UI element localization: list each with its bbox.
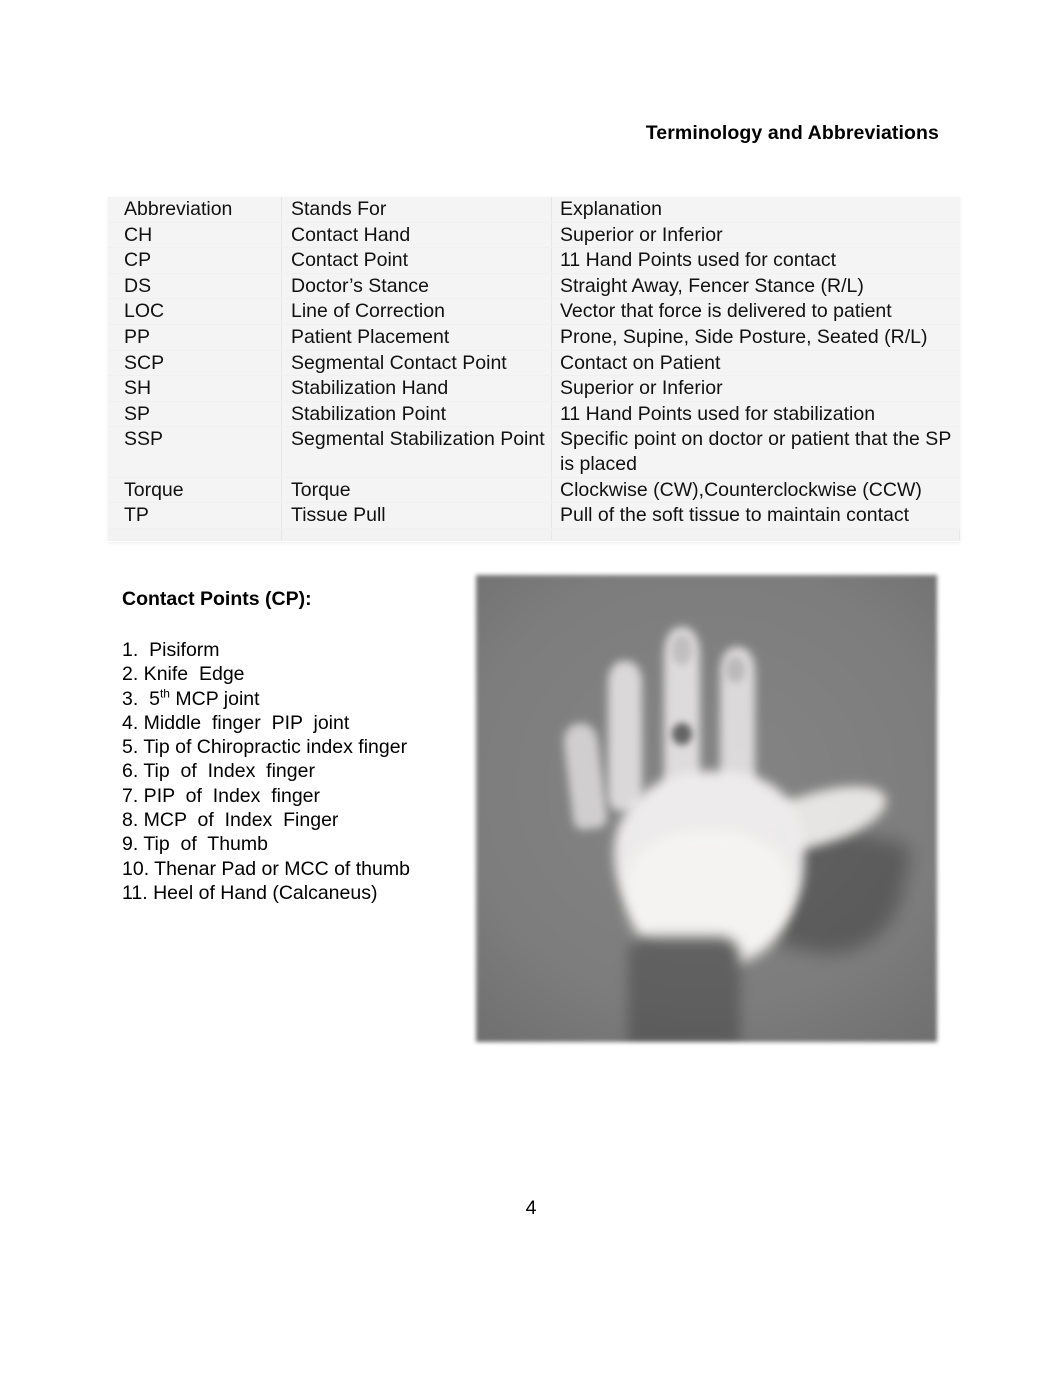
table-cell-abbreviation: DS bbox=[108, 273, 282, 300]
list-item: 1. Pisiform bbox=[122, 638, 462, 662]
list-item-label: Tip of Thumb bbox=[138, 833, 268, 856]
list-item: 3. 5th MCP joint bbox=[122, 687, 462, 711]
table-cell-explanation: Prone, Supine, Side Posture, Seated (R/L… bbox=[551, 324, 960, 351]
table-cell-abbreviation: SCP bbox=[108, 350, 282, 377]
list-item-number: 3. bbox=[122, 687, 139, 710]
table-spacer-cell bbox=[551, 528, 960, 541]
table-row: DS Doctor’s Stance Straight Away, Fencer S… bbox=[108, 273, 960, 300]
list-item-ordinal-suffix: th bbox=[159, 686, 170, 701]
table-cell-stands_for: Patient Placement bbox=[281, 324, 552, 351]
list-item: 6. Tip of Index finger bbox=[122, 759, 462, 783]
abbreviation-table-container: Abbreviation Stands For Explanation CH Conta… bbox=[108, 197, 960, 541]
table-row: CP Contact Point 11 Hand Points used for c… bbox=[108, 247, 960, 274]
table-row: SCP Segmental Contact Point Contact on Pat… bbox=[108, 350, 960, 377]
table-row: TP Tissue Pull Pull of the soft tissue to … bbox=[108, 502, 960, 529]
table-row: PP Patient Placement Prone, Supine, Side P… bbox=[108, 324, 960, 351]
list-item: 4. Middle finger PIP joint bbox=[122, 711, 462, 735]
list-item-label: Thenar Pad or MCC of thumb bbox=[149, 857, 410, 880]
table-cell-explanation: Clockwise (CW),Counterclockwise (CCW) bbox=[551, 477, 960, 504]
table-row: Torque Torque Clockwise (CW),Counterclockw… bbox=[108, 477, 960, 504]
table-cell-stands_for: Contact Hand bbox=[281, 222, 552, 249]
list-item-number: 10. bbox=[122, 857, 150, 880]
list-item-number: 6. bbox=[122, 760, 139, 783]
table-cell-abbreviation: SH bbox=[108, 375, 282, 402]
list-item-number: 1. bbox=[122, 639, 139, 661]
table-row: SSP Segmental Stabilization Point Specific… bbox=[108, 426, 960, 478]
list-item-label: Tip of Index finger bbox=[138, 760, 315, 783]
table-cell-stands_for: Stabilization Hand bbox=[281, 375, 552, 402]
table-cell-explanation: Specific point on doctor or patient that… bbox=[551, 426, 960, 478]
table-row: SP Stabilization Point 11 Hand Points used… bbox=[108, 401, 960, 428]
table-row: SH Stabilization Hand Superior or Inferior bbox=[108, 375, 960, 402]
table-cell-abbreviation: Torque bbox=[108, 477, 282, 504]
table-cell-stands_for: Torque bbox=[281, 477, 552, 504]
table-cell-abbreviation: TP bbox=[108, 502, 282, 529]
table-cell-abbreviation: CH bbox=[108, 222, 282, 249]
abbreviation-table-body: Abbreviation Stands For Explanation CH Conta… bbox=[108, 197, 960, 541]
table-cell-explanation: Contact on Patient bbox=[551, 350, 960, 377]
list-item-label: Pisiform bbox=[138, 639, 220, 661]
list-item-label: Tip of Chiropractic index finger bbox=[138, 736, 408, 759]
document-page: Terminology and Abbreviations Abbreviati… bbox=[0, 0, 1062, 1376]
table-cell-abbreviation: Abbreviation bbox=[108, 197, 282, 223]
page-number: 4 bbox=[525, 1197, 537, 1219]
list-item: 11. Heel of Hand (Calcaneus) bbox=[122, 881, 462, 905]
list-item-label: Knife Edge bbox=[138, 663, 245, 686]
list-item-number: 9. bbox=[122, 833, 139, 856]
table-cell-abbreviation: LOC bbox=[108, 298, 282, 325]
table-cell-stands_for: Segmental Contact Point bbox=[281, 350, 552, 377]
list-item: 2. Knife Edge bbox=[122, 662, 462, 686]
contact-points-heading: Contact Points (CP): bbox=[122, 588, 312, 610]
table-cell-stands_for: Line of Correction bbox=[281, 298, 552, 325]
photo-vignette bbox=[476, 575, 937, 1042]
table-spacer-cell bbox=[108, 528, 282, 541]
abbreviation-table: Abbreviation Stands For Explanation CH Conta… bbox=[108, 197, 960, 541]
list-item-label: 5 bbox=[138, 687, 160, 710]
table-cell-stands_for: Doctor’s Stance bbox=[281, 273, 552, 300]
table-cell-stands_for: Tissue Pull bbox=[281, 502, 552, 529]
list-item-number: 7. bbox=[122, 784, 139, 807]
table-cell-explanation: Vector that force is delivered to patien… bbox=[551, 298, 960, 325]
list-item-number: 4. bbox=[122, 711, 139, 734]
table-spacer-cell bbox=[281, 528, 552, 541]
hand-photograph bbox=[476, 575, 937, 1042]
list-item: 5. Tip of Chiropractic index finger bbox=[122, 735, 462, 759]
table-spacer-row bbox=[108, 528, 960, 541]
table-cell-stands_for: Stabilization Point bbox=[281, 401, 552, 428]
table-cell-explanation: 11 Hand Points used for contact bbox=[551, 247, 960, 274]
table-cell-abbreviation: CP bbox=[108, 247, 282, 274]
table-cell-stands_for: Contact Point bbox=[281, 247, 552, 274]
table-cell-abbreviation: SP bbox=[108, 401, 282, 428]
list-item: 9. Tip of Thumb bbox=[122, 832, 462, 856]
page-title: Terminology and Abbreviations bbox=[645, 122, 939, 144]
list-item: 8. MCP of Index Finger bbox=[122, 808, 462, 832]
table-cell-stands_for: Segmental Stabilization Point bbox=[281, 426, 552, 478]
list-item: 10. Thenar Pad or MCC of thumb bbox=[122, 857, 462, 881]
table-cell-explanation: Explanation bbox=[551, 197, 960, 223]
list-item-number: 8. bbox=[122, 809, 139, 832]
list-item-number: 5. bbox=[122, 736, 139, 759]
table-cell-explanation: Straight Away, Fencer Stance (R/L) bbox=[551, 273, 960, 300]
table-row: LOC Line of Correction Vector that force i… bbox=[108, 298, 960, 325]
table-row: Abbreviation Stands For Explanation bbox=[108, 197, 960, 223]
list-item-label: Heel of Hand (Calcaneus) bbox=[147, 881, 378, 904]
table-cell-stands_for: Stands For bbox=[281, 197, 552, 223]
list-item-label: Middle finger PIP joint bbox=[138, 711, 350, 734]
table-cell-explanation: Superior or Inferior bbox=[551, 222, 960, 249]
table-cell-abbreviation: PP bbox=[108, 324, 282, 351]
table-cell-explanation: 11 Hand Points used for stabilization bbox=[551, 401, 960, 428]
list-item-number: 2. bbox=[122, 663, 139, 686]
list-item-label: MCP of Index Finger bbox=[138, 809, 339, 832]
list-item-label: PIP of Index finger bbox=[138, 784, 321, 807]
list-item-label-continued: MCP joint bbox=[169, 687, 260, 710]
table-cell-explanation: Pull of the soft tissue to maintain cont… bbox=[551, 502, 960, 529]
table-cell-explanation: Superior or Inferior bbox=[551, 375, 960, 402]
list-item-number: 11. bbox=[122, 881, 148, 904]
table-row: CH Contact Hand Superior or Inferior bbox=[108, 222, 960, 249]
list-item: 7. PIP of Index finger bbox=[122, 784, 462, 808]
table-cell-abbreviation: SSP bbox=[108, 426, 282, 478]
contact-points-list: 1. Pisiform 2. Knife Edge 3. 5th MCP joint… bbox=[122, 638, 462, 905]
